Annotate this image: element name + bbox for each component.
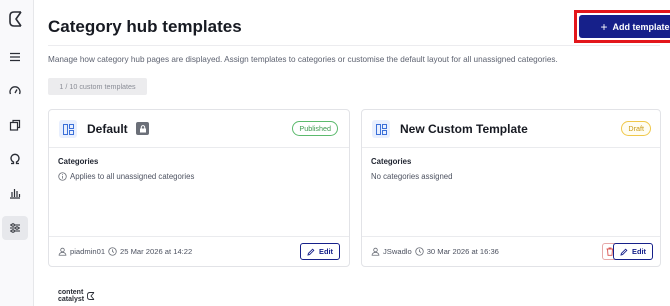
status-badge: Draft [621, 121, 651, 136]
pencil-icon [307, 248, 315, 256]
status-badge: Published [292, 121, 338, 136]
categories-value-text: Applies to all unassigned categories [70, 172, 195, 181]
template-card-custom: New Custom Template Draft Categories No … [361, 109, 661, 267]
author-name: JSwadlo [383, 247, 412, 256]
add-template-label: Add template [612, 21, 670, 32]
page-description: Manage how category hub pages are displa… [48, 55, 558, 64]
lock-icon [136, 122, 149, 135]
categories-label: Categories [371, 157, 412, 166]
card-title: Default [87, 122, 128, 136]
header-divider [48, 45, 660, 46]
categories-label: Categories [58, 157, 99, 166]
clock-icon [108, 247, 117, 256]
edit-label: Edit [632, 247, 646, 256]
card-footer: JSwadlo 30 Mar 2026 at 16:36 Edit [362, 236, 660, 266]
card-meta: JSwadlo 30 Mar 2026 at 16:36 [371, 247, 499, 256]
user-icon [371, 247, 380, 256]
brand-wordmark: content catalyst [58, 289, 84, 303]
app-logo-icon[interactable] [6, 8, 26, 30]
template-card-default: Default Published Categories Applies to … [48, 109, 350, 267]
brand-logo: content catalyst [58, 289, 96, 303]
card-header: New Custom Template Draft [362, 110, 660, 148]
sliders-icon[interactable] [2, 216, 28, 240]
edit-button[interactable]: Edit [300, 243, 340, 260]
info-icon [58, 172, 67, 181]
add-template-highlight: + Add template [574, 10, 670, 43]
main-content: Category hub templates + Add template Ma… [34, 0, 670, 306]
card-header: Default Published [49, 110, 349, 148]
categories-value: No categories assigned [371, 172, 452, 181]
clock-icon [415, 247, 424, 256]
user-icon [58, 247, 67, 256]
updated-timestamp: 25 Mar 2026 at 14:22 [120, 247, 193, 256]
updated-timestamp: 30 Mar 2026 at 16:36 [426, 247, 499, 256]
layout-icon [372, 120, 390, 138]
brand-mark-icon [87, 292, 95, 300]
card-title: New Custom Template [400, 122, 528, 136]
plus-icon: + [600, 19, 608, 34]
menu-icon[interactable] [2, 45, 28, 69]
add-template-button[interactable]: + Add template [579, 15, 670, 38]
sidebar [0, 0, 34, 306]
omega-icon[interactable] [2, 147, 28, 171]
author-name: piadmin01 [70, 247, 106, 256]
bar-chart-icon[interactable] [2, 181, 28, 205]
edit-label: Edit [319, 247, 333, 256]
page-title: Category hub templates [48, 17, 242, 36]
template-count-badge: 1 / 10 custom templates [48, 78, 147, 95]
edit-button[interactable]: Edit [613, 243, 653, 260]
card-meta: piadmin01 25 Mar 2026 at 14:22 [58, 247, 192, 256]
copy-icon[interactable] [2, 113, 28, 137]
categories-value-text: No categories assigned [371, 172, 453, 181]
categories-value: Applies to all unassigned categories [58, 172, 194, 181]
pencil-icon [620, 248, 628, 256]
card-footer: piadmin01 25 Mar 2026 at 14:22 Edit [49, 236, 349, 266]
brand-line-2: catalyst [58, 296, 85, 303]
brand-line-1: content [58, 289, 84, 296]
layout-icon [59, 120, 77, 138]
speedometer-icon[interactable] [2, 79, 28, 103]
